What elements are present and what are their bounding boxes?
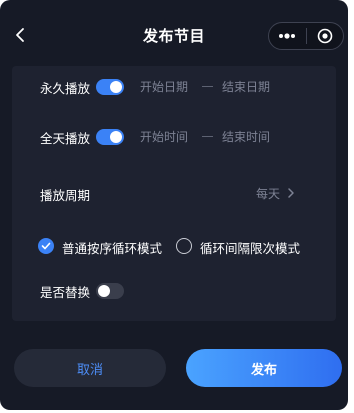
cancel-button[interactable]: 取消 [14,349,166,387]
mini-program-capsule [268,22,344,50]
chevron-right-icon [288,188,294,198]
all-day-play-toggle[interactable] [96,129,124,145]
play-cycle-value: 每天 [256,186,281,201]
radio-sequential-loop[interactable] [38,238,54,254]
publish-program-screen: 发布节目 永久播放 开始日期 结束日期 全天播放 开始时间 结束时间 播放周期 … [0,0,348,410]
close-miniprogram-button[interactable] [307,23,344,49]
toggle-knob [98,285,110,297]
replace-label: 是否替换 [40,285,91,300]
form-card: 永久播放 开始日期 结束日期 全天播放 开始时间 结束时间 播放周期 每天 普通… [12,66,336,321]
permanent-play-toggle[interactable] [96,79,124,95]
interval-limited-label[interactable]: 循环间隔限次模式 [200,238,300,257]
start-date-field[interactable]: 开始日期 [140,78,188,95]
more-button[interactable] [269,23,306,49]
date-range-dash [202,86,213,87]
more-dots-icon [279,33,296,39]
permanent-play-label: 永久播放 [40,81,91,96]
toggle-knob [110,81,122,93]
time-range-dash [202,136,213,137]
end-time-field[interactable]: 结束时间 [222,128,270,145]
radio-interval-limited[interactable] [176,238,192,254]
replace-toggle[interactable] [96,283,124,299]
toggle-knob [110,131,122,143]
end-date-field[interactable]: 结束日期 [222,78,270,95]
check-icon [41,242,51,250]
start-time-field[interactable]: 开始时间 [140,128,188,145]
target-circle-icon [317,28,333,44]
sequential-loop-label[interactable]: 普通按序循环模式 [62,238,162,257]
play-cycle-selector[interactable]: 每天 [256,183,296,203]
all-day-play-label: 全天播放 [40,131,91,146]
publish-button[interactable]: 发布 [186,349,342,387]
play-cycle-label: 播放周期 [40,188,91,203]
